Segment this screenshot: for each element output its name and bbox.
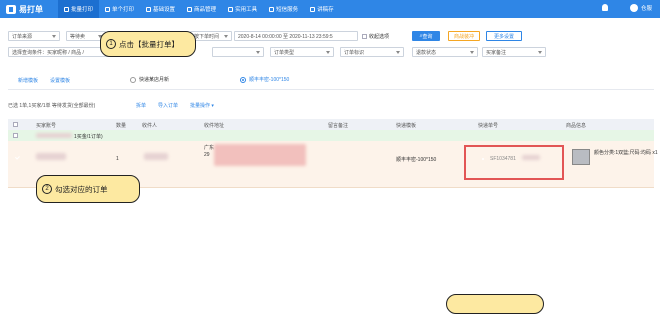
nav-basic-settings[interactable]: 基础设置: [140, 0, 181, 18]
printer-icon: [64, 6, 69, 12]
col-buyer: 买家账号: [36, 123, 57, 129]
batch-actions-link[interactable]: 批量操作 ▾: [190, 102, 214, 109]
step-number: 1: [106, 39, 116, 49]
template-option-a[interactable]: 快递某店月新: [130, 76, 169, 83]
app-name: 易打单: [19, 5, 43, 14]
tracking-highlight-box: [464, 145, 564, 180]
chevron-down-icon: [470, 50, 474, 54]
batch-button[interactable]: 商战装冲: [448, 31, 480, 41]
collapse-checkbox: [362, 34, 367, 39]
more-settings-button[interactable]: 更多设置: [486, 31, 522, 41]
nav-goods[interactable]: 商品管理: [181, 0, 222, 18]
nav-single-print[interactable]: 单个打印: [99, 0, 140, 18]
template-bar: [8, 71, 654, 90]
nav-batch-print[interactable]: 批量打印: [58, 0, 100, 18]
shop-select[interactable]: [212, 47, 264, 57]
logo-icon: [6, 5, 16, 14]
col-tracking: 快递单号: [478, 123, 499, 129]
row-goods-info: 颜色分类:1双篮;尺码:均码 x1: [594, 150, 658, 156]
printer-icon: [105, 6, 111, 12]
order-type-select[interactable]: 订单类型: [270, 47, 334, 57]
col-quantity: 数量: [116, 123, 127, 129]
query-condition-select[interactable]: 选择查询条件：买家昵称 / 商品 /: [8, 47, 112, 57]
step-number: 2: [42, 184, 52, 194]
col-recipient: 收件人: [142, 123, 158, 129]
radio-button: [130, 76, 136, 83]
group-row: 1买金/1订单): [8, 130, 654, 141]
chevron-down-icon: [538, 50, 542, 54]
redacted-address: [214, 144, 306, 166]
group-checkbox[interactable]: [13, 133, 18, 138]
step1-annotation: 1 点击【批量打单】: [100, 31, 196, 57]
document-icon: [310, 6, 316, 12]
chevron-down-icon: [256, 50, 260, 54]
chevron-down-icon: [396, 50, 400, 54]
nav-tools[interactable]: 实用工具: [222, 0, 263, 18]
col-template: 快递模板: [396, 123, 417, 129]
step2-annotation: 2 勾选对应的订单: [36, 175, 140, 203]
group-label: 1买金/1订单): [74, 134, 103, 140]
col-goods: 商品信息: [566, 123, 587, 129]
product-thumbnail[interactable]: [572, 149, 590, 165]
collapse-options[interactable]: 收起选项: [362, 33, 389, 40]
main-nav: 批量打印 单个打印 基础设置 商品管理 实用工具 短信服务 讲稿存: [58, 0, 340, 18]
redacted-buyer: [36, 153, 66, 160]
order-source-select[interactable]: 订单来源: [8, 31, 60, 41]
import-orders-link[interactable]: 导入订单: [158, 102, 178, 109]
time-type-select[interactable]: 按下单时间: [190, 31, 232, 41]
col-note: 留言备注: [328, 123, 349, 129]
split-order-link[interactable]: 拆单: [136, 102, 146, 109]
template-option-b[interactable]: 顺丰丰密-100*150: [240, 76, 289, 83]
chevron-down-icon: [52, 34, 56, 38]
buyer-note-select[interactable]: 买家备注: [482, 47, 546, 57]
message-icon: [269, 6, 275, 12]
refund-status-select[interactable]: 退款状态: [412, 47, 478, 57]
search-button[interactable]: ⌕ 查询: [412, 31, 440, 41]
row-quantity: 1: [116, 156, 119, 162]
user-menu[interactable]: 仓服: [629, 4, 652, 12]
new-template-link[interactable]: 新增模板: [18, 77, 38, 84]
selection-summary: 已选 1单,1买家/1单 等待发货(全部最份): [8, 103, 96, 109]
avatar: [629, 4, 638, 12]
order-flag-select[interactable]: 订单标识: [340, 47, 404, 57]
redacted-recipient: [144, 153, 168, 160]
col-address: 收件地址: [204, 123, 225, 129]
set-template-link[interactable]: 设置模板: [50, 77, 70, 84]
nav-sms[interactable]: 短信服务: [263, 0, 304, 18]
tool-icon: [228, 6, 234, 12]
date-range-input[interactable]: 2020-8-14 00:00:00 至 2020-11-13 23:59:5: [234, 31, 358, 41]
app-logo[interactable]: 易打单: [6, 4, 43, 15]
select-all-checkbox[interactable]: [13, 122, 18, 127]
step3-annotation-partial: [446, 294, 544, 314]
box-icon: [187, 6, 193, 12]
chevron-down-icon: [224, 34, 228, 38]
redacted-buyer: [36, 133, 72, 138]
bell-icon[interactable]: [602, 4, 608, 11]
chevron-down-icon: [326, 50, 330, 54]
row-template: 顺丰丰密-100*150: [396, 157, 437, 163]
radio-button-selected: [240, 76, 246, 83]
nav-script[interactable]: 讲稿存: [304, 0, 340, 18]
gear-icon: [146, 6, 152, 12]
